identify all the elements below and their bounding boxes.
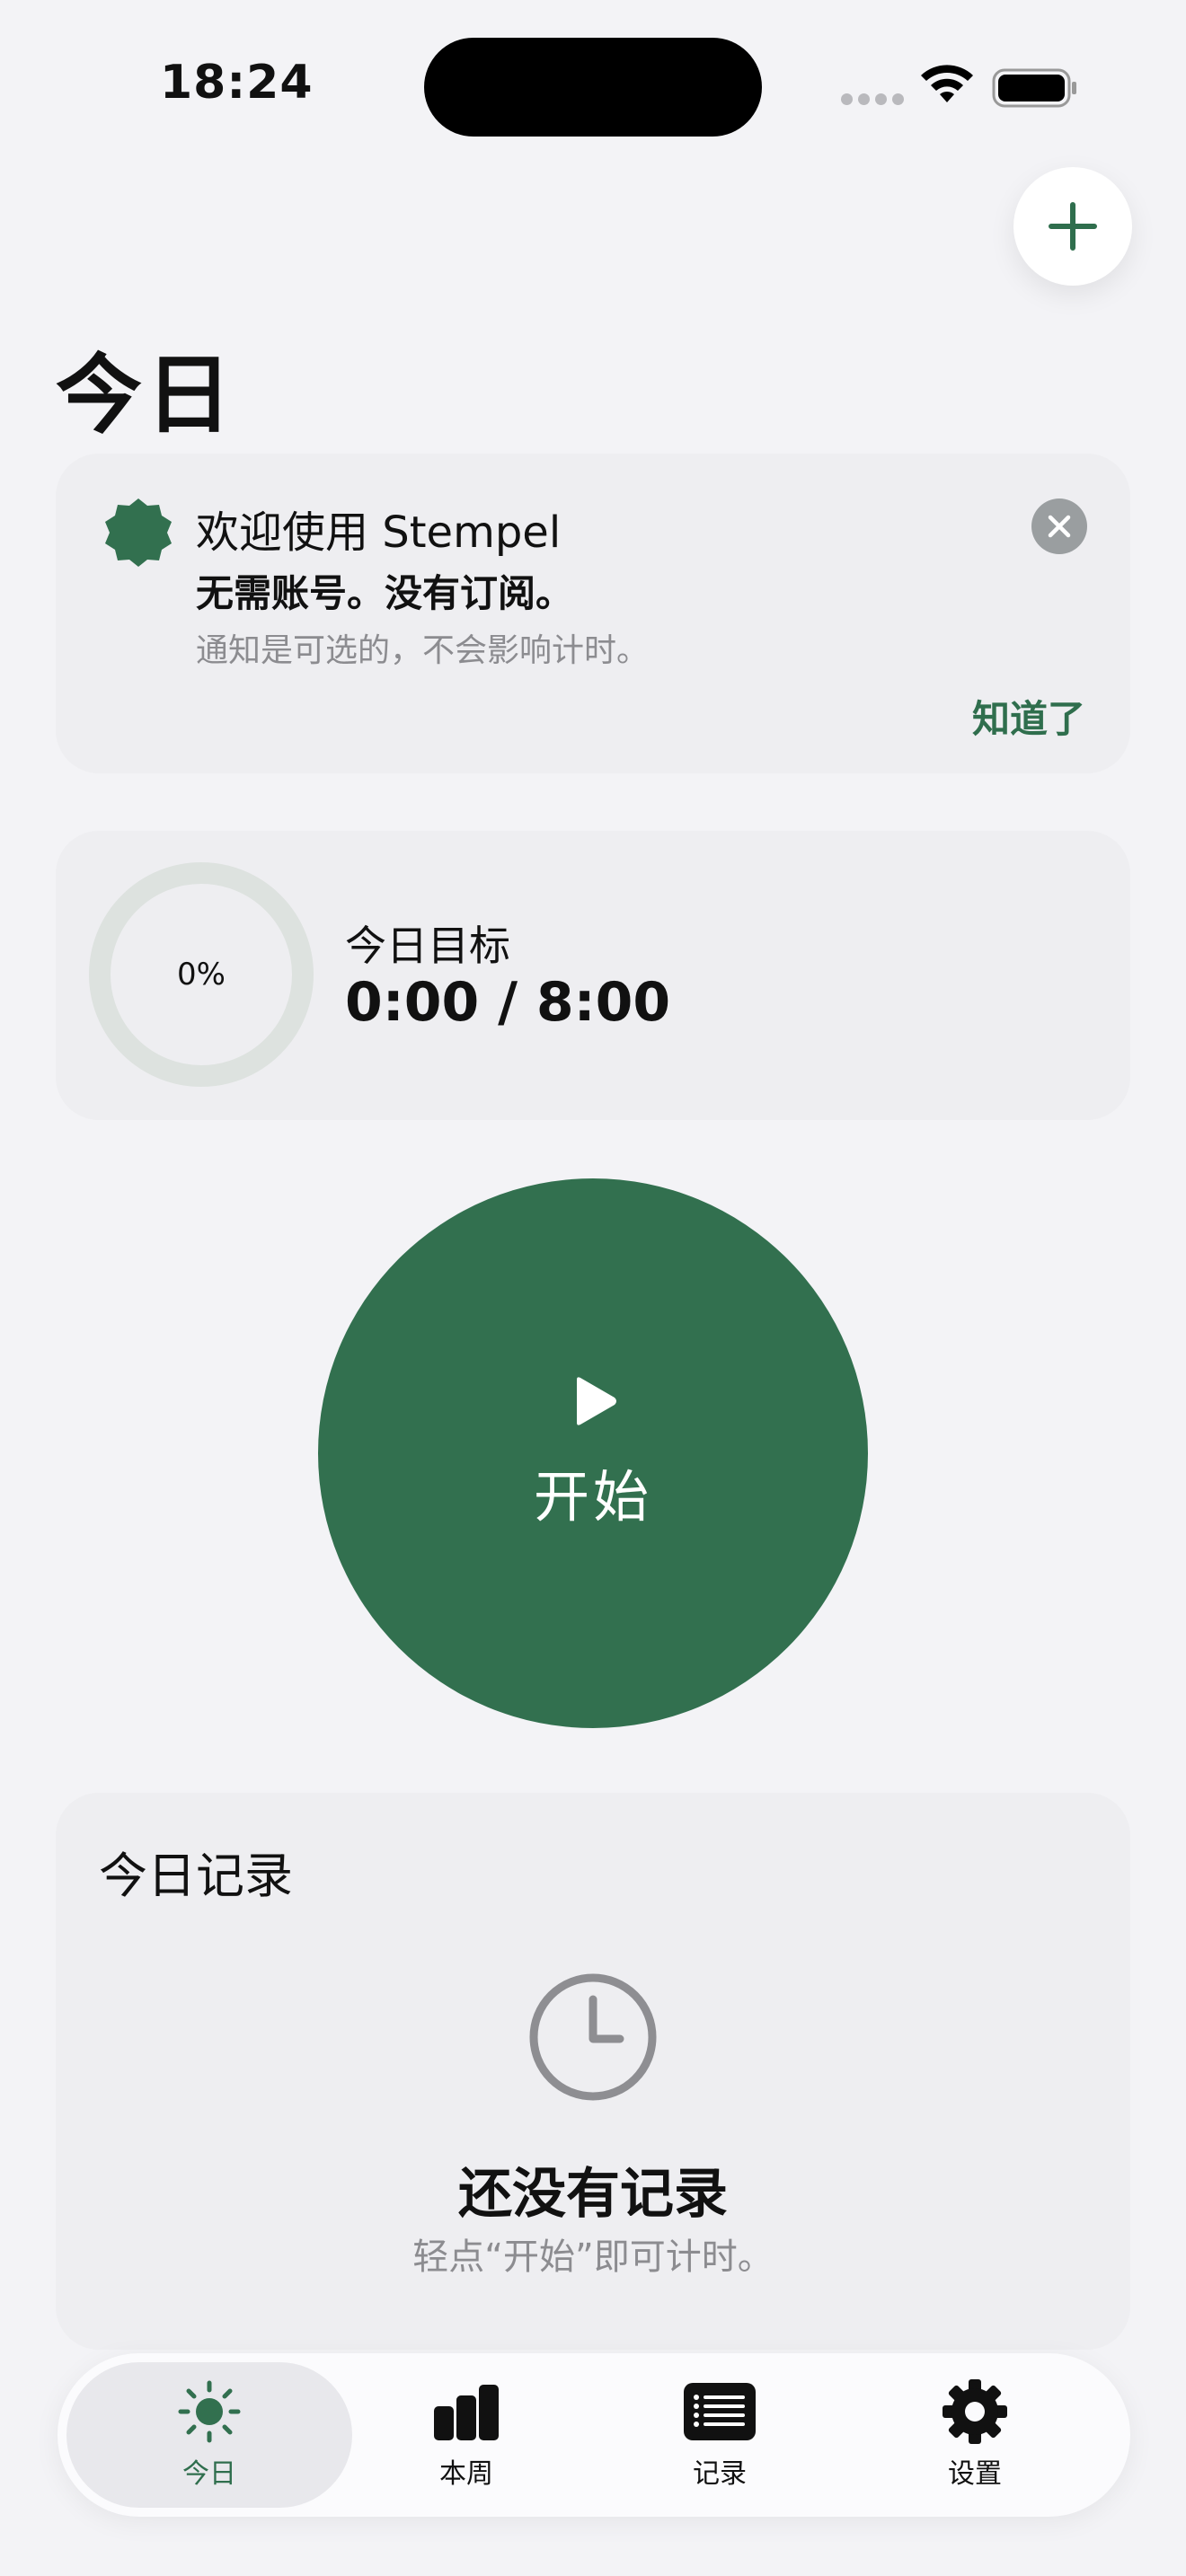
records-title: 今日记录 <box>99 1848 293 1904</box>
goal-value: 0:00 / 8:00 <box>345 971 671 1034</box>
close-icon <box>1048 515 1071 538</box>
welcome-card: 欢迎使用 Stempel 无需账号。没有订阅。 通知是可选的，不会影响计时。 知… <box>56 454 1130 773</box>
tab-settings-label: 设置 <box>948 2458 1002 2490</box>
tab-settings[interactable]: 设置 <box>832 2362 1118 2508</box>
welcome-subtitle: 无需账号。没有订阅。 <box>196 571 574 615</box>
page-title: 今日 <box>56 345 235 446</box>
sun-icon <box>178 2380 241 2443</box>
stempel-badge-icon <box>105 498 172 567</box>
tab-records-label: 记录 <box>693 2458 747 2490</box>
tab-records[interactable]: 记录 <box>577 2362 863 2508</box>
welcome-title: 欢迎使用 Stempel <box>196 507 562 558</box>
add-entry-button[interactable] <box>1013 167 1132 286</box>
wifi-icon <box>921 65 973 102</box>
tab-today[interactable]: 今日 <box>66 2362 352 2508</box>
tab-today-label: 今日 <box>182 2458 236 2490</box>
empty-records-hint: 轻点“开始”即可计时。 <box>412 2236 774 2278</box>
daily-goal-card: 0% 今日目标 0:00 / 8:00 <box>56 831 1130 1120</box>
plus-icon <box>1049 202 1097 251</box>
tab-week[interactable]: 本周 <box>323 2362 609 2508</box>
status-time: 18:24 <box>160 56 314 110</box>
list-icon <box>684 2383 756 2440</box>
dismiss-welcome-button[interactable] <box>1031 498 1087 554</box>
empty-records-title: 还没有记录 <box>458 2163 728 2226</box>
battery-icon <box>992 68 1076 108</box>
got-it-button[interactable]: 知道了 <box>972 689 1085 744</box>
bar-chart-icon <box>434 2385 499 2440</box>
goal-title: 今日目标 <box>345 922 510 970</box>
cellular-signal-icon <box>841 93 904 105</box>
progress-percent: 0% <box>177 957 226 992</box>
welcome-note: 通知是可选的，不会影响计时。 <box>196 632 650 669</box>
tab-week-label: 本周 <box>439 2458 493 2490</box>
dynamic-island <box>424 38 762 137</box>
today-screen: 18:24 今日 欢迎使用 Stempel 无需账号。没有订阅。 通知是可选的，… <box>0 0 1186 2576</box>
start-timer-button[interactable]: 开始 <box>318 1178 868 1728</box>
tab-bar: 今日 本周 记录 设置 <box>58 2353 1130 2517</box>
clock-icon <box>529 1973 657 2101</box>
play-icon <box>577 1377 616 1425</box>
gear-icon <box>943 2379 1007 2444</box>
home-indicator <box>473 2551 713 2560</box>
today-records-card: 今日记录 还没有记录 轻点“开始”即可计时。 <box>56 1793 1130 2350</box>
start-label: 开始 <box>533 1464 652 1530</box>
